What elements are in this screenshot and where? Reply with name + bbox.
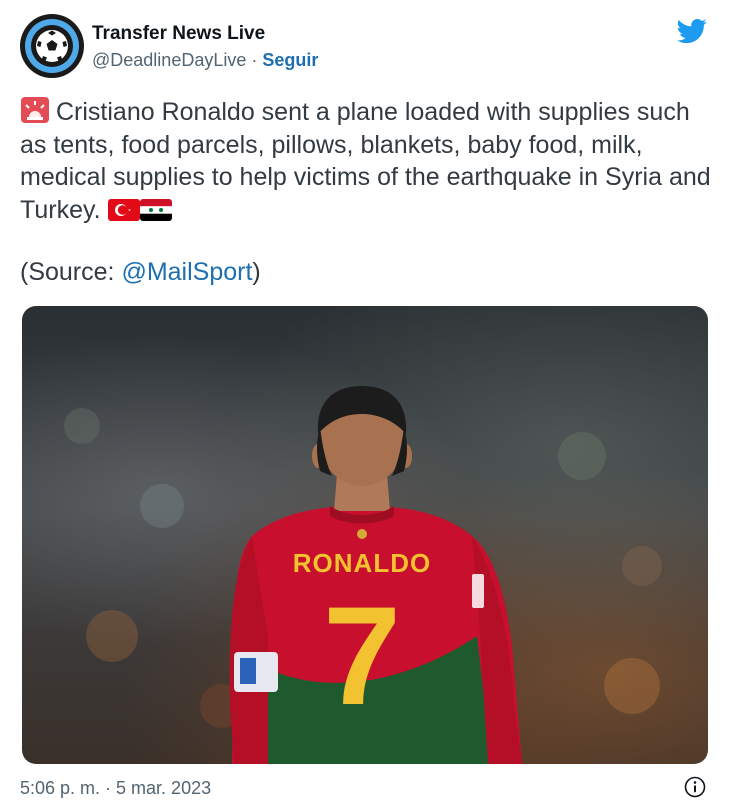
source-suffix: ) <box>252 258 261 286</box>
source-mention-link[interactable]: @MailSport <box>121 258 252 286</box>
account-avatar[interactable] <box>20 14 84 78</box>
twitter-bird-icon[interactable] <box>676 16 708 46</box>
turkey-flag-icon <box>107 198 140 221</box>
tweet-photo[interactable]: RONALDO 7 <box>22 306 708 764</box>
info-icon[interactable] <box>684 776 706 798</box>
jersey-name: RONALDO <box>293 548 431 578</box>
tweet-card: Transfer News Live @DeadlineDayLive · Se… <box>0 0 730 805</box>
separator-dot: · <box>251 50 258 70</box>
football-icon <box>36 30 68 62</box>
source-prefix: (Source: <box>20 258 122 286</box>
tweet-text-block: Cristiano Ronaldo sent a plane loaded wi… <box>20 96 720 226</box>
account-handle[interactable]: @DeadlineDayLive <box>92 50 246 70</box>
account-name[interactable]: Transfer News Live <box>92 23 265 45</box>
player-back-illustration: RONALDO 7 <box>64 386 662 764</box>
tweet-source-line: (Source: @MailSport) <box>20 258 261 287</box>
account-handle-row: @DeadlineDayLive · Seguir <box>92 50 318 71</box>
rotating-light-icon <box>21 97 49 123</box>
tweet-timestamp[interactable]: 5:06 p. m. · 5 mar. 2023 <box>20 778 211 799</box>
syria-flag-icon <box>139 198 172 221</box>
jersey-number: 7 <box>323 577 401 734</box>
follow-button[interactable]: Seguir <box>262 50 318 70</box>
